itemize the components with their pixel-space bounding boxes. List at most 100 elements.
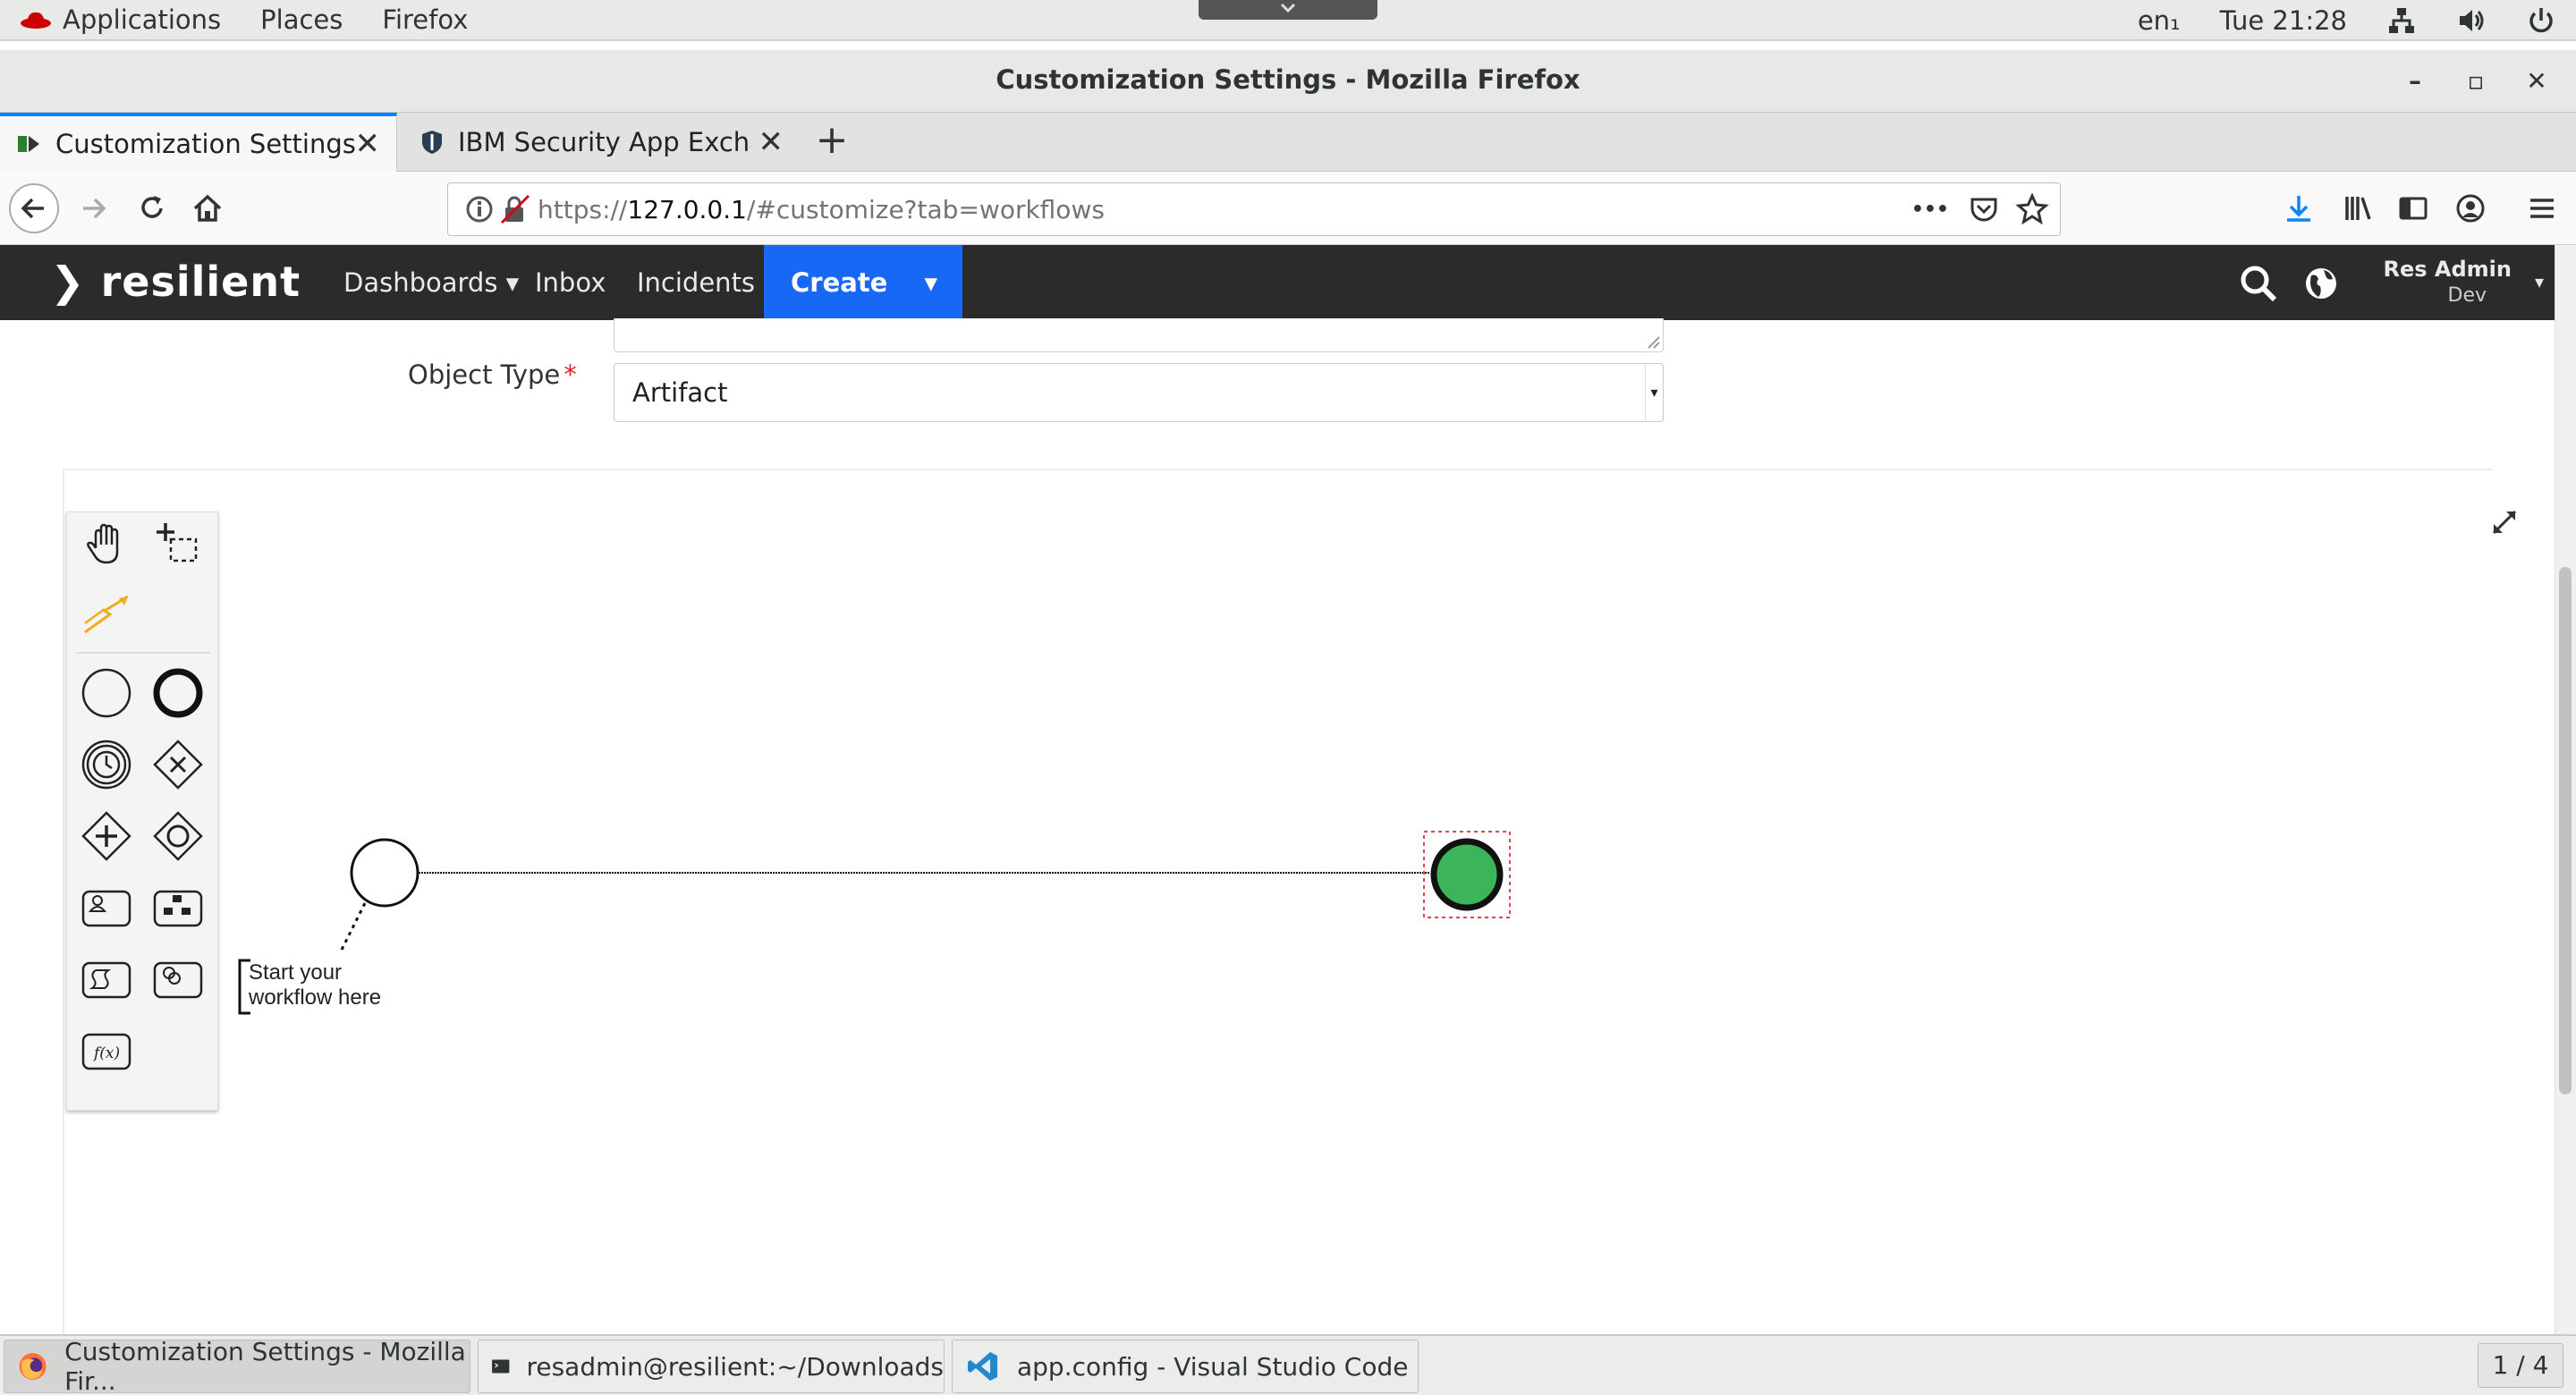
exclusive-gateway-icon[interactable] [149,736,207,793]
end-event-icon[interactable] [149,664,207,722]
language-label: en₁ [2137,5,2181,36]
taskbar-item-firefox[interactable]: Customization Settings - Mozilla Fir... [4,1337,470,1395]
screen-dropdown-handle[interactable] [1199,0,1377,20]
home-button[interactable] [182,183,233,233]
object-type-select[interactable]: Artifact ▾ [614,363,1664,422]
hand-tool-icon[interactable] [78,516,135,573]
workspace-pager[interactable]: 1 / 4 [2478,1343,2563,1388]
window-list-taskbar: Customization Settings - Mozilla Fir... … [0,1334,2576,1395]
inclusive-gateway-icon[interactable] [149,807,207,865]
create-button[interactable]: Create ▾ [764,245,962,320]
new-tab-button[interactable]: + [809,113,854,172]
arrow-left-icon [21,198,44,219]
volume-status[interactable] [2436,5,2506,36]
applications-menu[interactable]: Applications [0,0,241,39]
taskbar-label: Customization Settings - Mozilla Fir... [64,1337,466,1395]
places-menu[interactable]: Places [241,0,362,39]
caret-down-icon: ▾ [505,267,520,298]
back-button[interactable] [9,183,59,233]
description-textarea[interactable] [614,318,1664,352]
taskbar-item-vscode[interactable]: app.config - Visual Studio Code [952,1340,1419,1393]
ibm-shield-icon [422,131,442,154]
volume-icon [2460,10,2484,31]
logo-text: resilient [100,258,301,306]
firefox-app-menu[interactable]: Firefox [362,0,487,39]
script-task-icon[interactable] [78,951,135,1008]
info-icon[interactable] [462,192,496,226]
window-titlebar: Customization Settings - Mozilla Firefox… [0,50,2576,113]
language-indicator[interactable]: en₁ [2118,5,2200,36]
resize-handle-icon[interactable] [1643,332,1661,350]
library-icon [2345,197,2371,220]
nav-inbox-label: Inbox [535,267,606,298]
nav-incidents-label: Incidents [637,267,756,298]
subprocess-task-icon[interactable] [149,879,207,936]
power-menu[interactable] [2506,5,2576,36]
home-icon [193,194,222,222]
maximize-button[interactable]: ▫ [2445,52,2506,111]
firefox-icon [19,1353,47,1380]
clock-label: Tue 21:28 [2219,5,2347,36]
function-task-icon[interactable]: f(x) [78,1022,135,1079]
object-type-value: Artifact [632,377,728,408]
forward-button[interactable] [68,183,118,233]
url-host: 127.0.0.1 [627,194,747,224]
minimize-button[interactable]: – [2385,52,2445,111]
taskbar-item-terminal[interactable]: resadmin@resilient:~/Downloads [478,1340,945,1393]
start-event-icon[interactable] [78,664,135,722]
create-dropdown-caret-icon[interactable]: ▾ [924,245,937,320]
user-org: Dev [2447,284,2487,307]
page-actions-button[interactable]: ••• [1911,199,1949,221]
user-name: Res Admin [2383,257,2512,282]
account-icon [2456,194,2485,223]
close-window-button[interactable]: ✕ [2506,52,2567,111]
user-task-icon[interactable] [78,879,135,936]
main-menu-button[interactable] [2517,183,2567,233]
palette-separator [76,652,210,654]
tab-label: Customization Settings [55,129,356,159]
downloads-button[interactable] [2274,183,2324,233]
library-button[interactable] [2333,183,2383,233]
search-icon[interactable] [2238,263,2279,304]
network-status[interactable] [2367,5,2436,36]
resilient-logo[interactable]: ❯ resilient [50,258,301,306]
nav-incidents[interactable]: Incidents [637,245,755,320]
tab-customization-settings[interactable]: Customization Settings ✕ [0,113,397,172]
chevron-down-icon [1280,3,1296,13]
sidebar-button[interactable] [2388,183,2438,233]
object-type-label: Object Type * [408,359,577,390]
close-tab-icon[interactable]: ✕ [355,126,381,162]
fullscreen-expand-icon[interactable] [2487,504,2522,540]
nav-dashboards[interactable]: Dashboards ▾ [343,245,519,320]
pocket-icon[interactable] [1967,192,2001,226]
close-tab-icon[interactable]: ✕ [758,124,784,160]
url-bar[interactable]: https://127.0.0.1/#customize?tab=workflo… [447,182,2061,236]
reload-button[interactable] [127,183,177,233]
power-icon [2529,8,2553,33]
account-button[interactable] [2445,183,2496,233]
scrollbar-thumb[interactable] [2559,567,2572,1095]
bookmark-star-icon[interactable] [2015,192,2049,226]
connect-tool-icon[interactable] [78,586,135,643]
lasso-tool-icon[interactable] [149,516,207,573]
arrow-right-icon [83,198,106,219]
workflow-canvas[interactable] [63,470,2492,1334]
parallel-gateway-icon[interactable] [78,807,135,865]
clock[interactable]: Tue 21:28 [2200,5,2367,36]
tab-ibm-app-exchange[interactable]: IBM Security App Exchange ✕ [402,113,800,172]
timer-event-icon[interactable] [78,736,135,793]
text-annotation[interactable]: Start your workflow here [249,960,381,1010]
download-icon [2287,196,2310,222]
required-marker: * [564,359,577,390]
nav-inbox[interactable]: Inbox [535,245,606,320]
caret-down-icon: ▾ [2534,271,2544,292]
tab-label: IBM Security App Exchange [458,127,751,157]
service-task-icon[interactable] [149,951,207,1008]
page-scrollbar[interactable] [2555,245,2576,1334]
resilient-favicon-icon [18,136,39,152]
insecure-lock-icon[interactable] [498,192,532,226]
url-path: /#customize?tab=workflows [746,194,1105,224]
user-menu[interactable]: Res Admin Dev ▾ [2383,256,2544,309]
globe-icon[interactable] [2301,263,2342,304]
redhat-icon [21,12,51,29]
